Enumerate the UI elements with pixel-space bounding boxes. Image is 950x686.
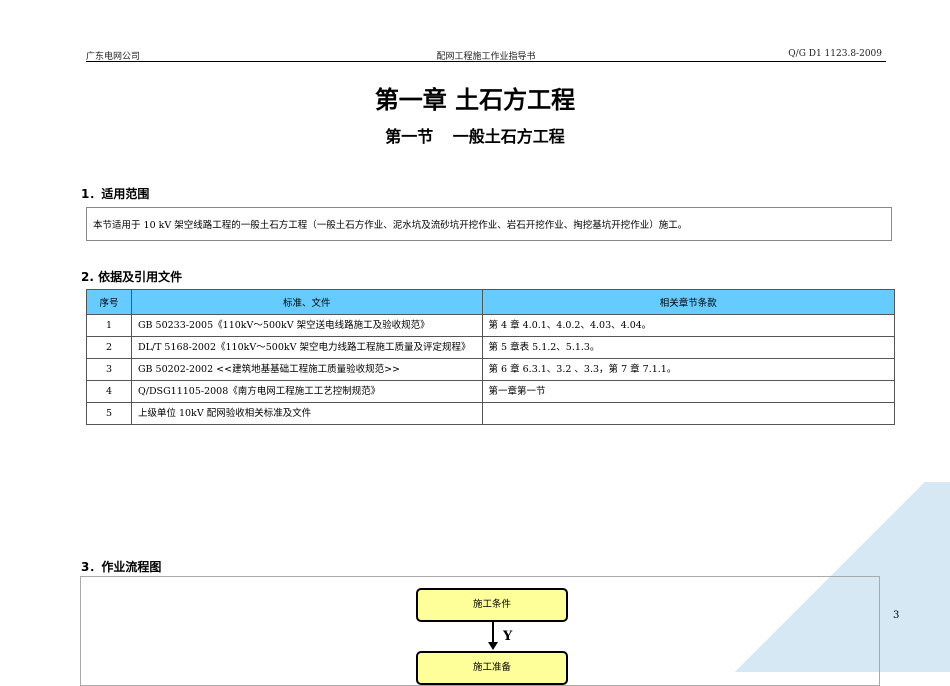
row-clause xyxy=(481,402,896,425)
flow-arrow-line xyxy=(492,622,494,644)
row-standard: GB 50202-2002 <<建筑地基基础工程施工质量验收规范>> xyxy=(130,358,483,381)
flow-arrow-label: Y xyxy=(503,629,513,644)
flow-heading: 3．作业流程图 xyxy=(81,560,162,574)
table-header-row: 序号 标准、文件 相关章节条款 xyxy=(86,289,896,315)
table-row: 5 上级单位 10kV 配网验收相关标准及文件 xyxy=(86,402,896,425)
row-number: 2 xyxy=(86,336,132,359)
row-standard: 上级单位 10kV 配网验收相关标准及文件 xyxy=(130,402,483,425)
references-heading: 2. 依据及引用文件 xyxy=(81,270,183,284)
references-table: 序号 标准、文件 相关章节条款 1 GB 50233-2005《110kV～50… xyxy=(86,289,896,425)
header-doc-code: Q/G D1 1123.8-2009 xyxy=(788,49,882,59)
row-clause: 第 4 章 4.0.1、4.0.2、4.03、4.04。 xyxy=(481,314,896,337)
row-number: 4 xyxy=(86,380,132,403)
column-header-no: 序号 xyxy=(86,289,132,315)
scope-text: 本节适用于 10 kV 架空线路工程的一般土石方工程（一般土石方作业、泥水坑及流… xyxy=(86,207,892,241)
row-number: 3 xyxy=(86,358,132,381)
row-number: 5 xyxy=(86,402,132,425)
row-standard: GB 50233-2005《110kV～500kV 架空送电线路施工及验收规范》 xyxy=(130,314,483,337)
flow-arrow-head xyxy=(488,642,498,650)
header-doc-title: 配网工程施工作业指导书 xyxy=(436,52,536,62)
chapter-title: 第一章 土石方工程 xyxy=(374,86,576,114)
row-clause: 第 6 章 6.3.1、3.2 、3.3，第 7 章 7.1.1。 xyxy=(481,358,896,381)
table-row: 3 GB 50202-2002 <<建筑地基基础工程施工质量验收规范>> 第 6… xyxy=(86,358,896,381)
column-header-standard: 标准、文件 xyxy=(130,289,483,315)
section-title: 第一节 一般土石方工程 xyxy=(385,127,565,146)
flow-step-conditions: 施工条件 xyxy=(416,588,568,622)
scope-heading: 1．适用范围 xyxy=(81,187,150,201)
row-standard: DL/T 5168-2002《110kV～500kV 架空电力线路工程施工质量及… xyxy=(130,336,483,359)
row-standard: Q/DSG11105-2008《南方电网工程施工工艺控制规范》 xyxy=(130,380,483,403)
column-header-clause: 相关章节条款 xyxy=(481,289,896,315)
page-header: 广东电网公司 配网工程施工作业指导书 Q/G D1 1123.8-2009 xyxy=(86,47,886,62)
table-row: 1 GB 50233-2005《110kV～500kV 架空送电线路施工及验收规… xyxy=(86,314,896,337)
table-row: 2 DL/T 5168-2002《110kV～500kV 架空电力线路工程施工质… xyxy=(86,336,896,359)
table-row: 4 Q/DSG11105-2008《南方电网工程施工工艺控制规范》 第一章第一节 xyxy=(86,380,896,403)
row-clause: 第 5 章表 5.1.2、5.1.3。 xyxy=(481,336,896,359)
row-clause: 第一章第一节 xyxy=(481,380,896,403)
page-number: 3 xyxy=(893,610,900,621)
row-number: 1 xyxy=(86,314,132,337)
flow-step-preparation: 施工准备 xyxy=(416,651,568,685)
